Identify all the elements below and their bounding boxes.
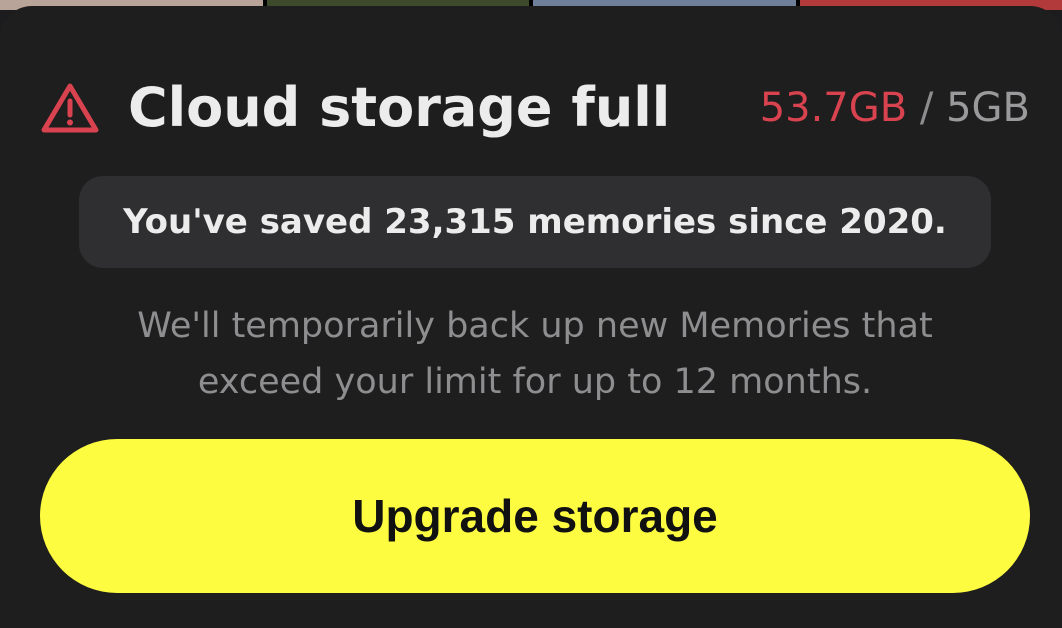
memories-summary-pill: You've saved 23,315 memories since 2020. bbox=[79, 176, 991, 268]
upgrade-storage-label: Upgrade storage bbox=[352, 489, 718, 543]
storage-usage: 53.7GB / 5GB bbox=[760, 80, 1030, 136]
backup-description-line: We'll temporarily back up new Memories t… bbox=[40, 298, 1030, 354]
warning-triangle-icon bbox=[40, 82, 100, 134]
storage-full-sheet: Cloud storage full 53.7GB / 5GB You've s… bbox=[0, 6, 1062, 628]
backup-description: We'll temporarily back up new Memories t… bbox=[40, 298, 1030, 410]
storage-header: Cloud storage full 53.7GB / 5GB bbox=[40, 76, 1030, 140]
memories-summary-text: You've saved 23,315 memories since 2020. bbox=[123, 202, 947, 242]
storage-used-value: 53.7GB bbox=[760, 85, 908, 131]
page-title: Cloud storage full bbox=[128, 76, 670, 140]
storage-limit-value: 5GB bbox=[946, 85, 1030, 131]
backup-description-line: exceed your limit for up to 12 months. bbox=[40, 354, 1030, 410]
storage-usage-separator: / bbox=[920, 85, 933, 131]
upgrade-storage-button[interactable]: Upgrade storage bbox=[40, 439, 1030, 593]
